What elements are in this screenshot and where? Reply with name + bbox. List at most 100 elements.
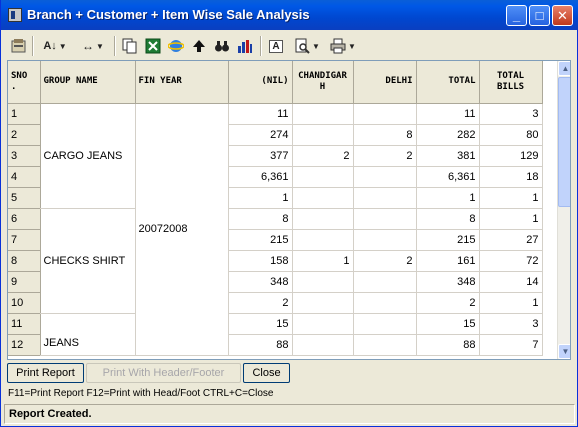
bills-cell: 129 — [479, 145, 543, 167]
total-cell: 8 — [416, 208, 480, 230]
table-row[interactable]: 11 JEANS 15 15 3 — [8, 313, 543, 356]
total-cell: 215 — [416, 229, 480, 251]
up-button[interactable] — [190, 35, 208, 57]
row-number: 4 — [8, 166, 41, 188]
chandigarh-cell — [292, 166, 354, 188]
scroll-down-button[interactable]: ▼ — [558, 344, 570, 359]
delhi-cell: 2 — [353, 250, 417, 272]
row-number: 2 — [8, 124, 41, 146]
app-icon[interactable] — [8, 8, 22, 22]
group-name-cell: CHECKS SHIRT — [40, 208, 136, 314]
sort-button[interactable]: A↓ ▼ — [38, 35, 72, 57]
nil-cell: 15 — [228, 313, 293, 335]
delhi-cell — [353, 292, 417, 314]
col-header-fin-year[interactable]: FIN YEAR — [135, 61, 229, 104]
chandigarh-cell — [292, 208, 354, 230]
table-row[interactable]: 1 CARGO JEANS 20072008 11 11 3 — [8, 103, 543, 356]
row-number: 5 — [8, 187, 41, 209]
delhi-cell — [353, 229, 417, 251]
row-number: 10 — [8, 292, 41, 314]
bills-cell: 7 — [479, 334, 543, 356]
bills-cell: 18 — [479, 166, 543, 188]
excel-button[interactable] — [144, 35, 162, 57]
bills-cell: 72 — [479, 250, 543, 272]
col-header-total[interactable]: TOTAL — [416, 61, 480, 104]
export-button[interactable] — [10, 35, 28, 57]
total-cell: 282 — [416, 124, 480, 146]
bills-cell: 14 — [479, 271, 543, 293]
total-cell: 2 — [416, 292, 480, 314]
row-number: 8 — [8, 250, 41, 272]
print-preview-icon — [295, 38, 310, 54]
report-table: SNO . GROUP NAME FIN YEAR (NIL) CHANDIGA… — [8, 61, 543, 356]
font-icon: A — [269, 39, 283, 53]
row-number: 12 — [8, 334, 41, 356]
row-number: 9 — [8, 271, 41, 293]
bills-cell: 3 — [479, 313, 543, 335]
dropdown-arrow-icon: ▼ — [96, 41, 104, 51]
nil-cell: 215 — [228, 229, 293, 251]
total-cell: 161 — [416, 250, 480, 272]
delhi-cell — [353, 187, 417, 209]
scroll-up-button[interactable]: ▲ — [558, 61, 570, 76]
up-arrow-icon — [193, 40, 205, 52]
col-header-nil[interactable]: (NIL) — [228, 61, 293, 104]
chandigarh-cell: 1 — [292, 250, 354, 272]
print-button[interactable]: ▼ — [326, 35, 360, 57]
total-cell: 11 — [416, 103, 480, 125]
bills-cell: 1 — [479, 187, 543, 209]
print-with-header-footer-button[interactable]: Print With Header/Footer — [86, 363, 241, 383]
minimize-button[interactable]: _ — [506, 5, 527, 26]
find-icon — [215, 41, 229, 52]
chandigarh-cell: 2 — [292, 145, 354, 167]
row-number: 1 — [8, 103, 41, 125]
close-window-button[interactable]: ✕ — [552, 5, 573, 26]
find-button[interactable] — [213, 35, 231, 57]
report-grid[interactable]: SNO . GROUP NAME FIN YEAR (NIL) CHANDIGA… — [7, 60, 571, 360]
scrollbar-thumb[interactable] — [558, 77, 570, 207]
nil-cell: 8 — [228, 208, 293, 230]
browser-icon — [168, 40, 184, 52]
bills-cell: 3 — [479, 103, 543, 125]
table-row[interactable]: 6 CHECKS SHIRT 8 8 1 — [8, 208, 543, 314]
fin-year-cell: 20072008 — [135, 103, 229, 356]
browser-button[interactable] — [167, 35, 185, 57]
total-cell: 1 — [416, 187, 480, 209]
font-button[interactable]: A — [267, 35, 285, 57]
total-cell: 88 — [416, 334, 480, 356]
export-icon — [11, 39, 26, 53]
col-header-chandigarh[interactable]: CHANDIGARH — [292, 61, 354, 104]
row-number: 11 — [8, 313, 41, 335]
nil-cell: 88 — [228, 334, 293, 356]
col-header-sno[interactable]: SNO . — [8, 61, 41, 104]
col-header-delhi[interactable]: DELHI — [353, 61, 417, 104]
column-width-button[interactable]: ↔ ▼ — [76, 35, 110, 57]
chandigarh-cell — [292, 187, 354, 209]
nil-cell: 6,361 — [228, 166, 293, 188]
group-name-cell: JEANS — [40, 313, 136, 356]
close-button[interactable]: Close — [243, 363, 290, 383]
header-row: SNO . GROUP NAME FIN YEAR (NIL) CHANDIGA… — [8, 61, 543, 104]
printer-icon — [330, 38, 346, 54]
row-number: 3 — [8, 145, 41, 167]
nil-cell: 11 — [228, 103, 293, 125]
chandigarh-cell — [292, 229, 354, 251]
maximize-button[interactable]: □ — [529, 5, 550, 26]
total-cell: 6,361 — [416, 166, 480, 188]
total-cell: 15 — [416, 313, 480, 335]
toolbar-separator — [260, 36, 262, 56]
chandigarh-cell — [292, 271, 354, 293]
row-number: 6 — [8, 208, 41, 230]
chart-button[interactable] — [236, 35, 254, 57]
copy-button[interactable] — [121, 35, 139, 57]
print-report-button[interactable]: Print Report — [7, 363, 84, 383]
print-preview-button[interactable]: ▼ — [290, 35, 324, 57]
col-header-group-name[interactable]: GROUP NAME — [40, 61, 136, 104]
chevron-up-icon: ▲ — [561, 64, 570, 73]
title-bar[interactable]: Branch + Customer + Item Wise Sale Analy… — [1, 0, 578, 30]
delhi-cell — [353, 103, 417, 125]
report-window: Branch + Customer + Item Wise Sale Analy… — [0, 0, 578, 427]
vertical-scrollbar[interactable]: ▲ ▼ — [557, 61, 570, 359]
col-header-total-bills[interactable]: TOTAL BILLS — [479, 61, 543, 104]
delhi-cell: 8 — [353, 124, 417, 146]
